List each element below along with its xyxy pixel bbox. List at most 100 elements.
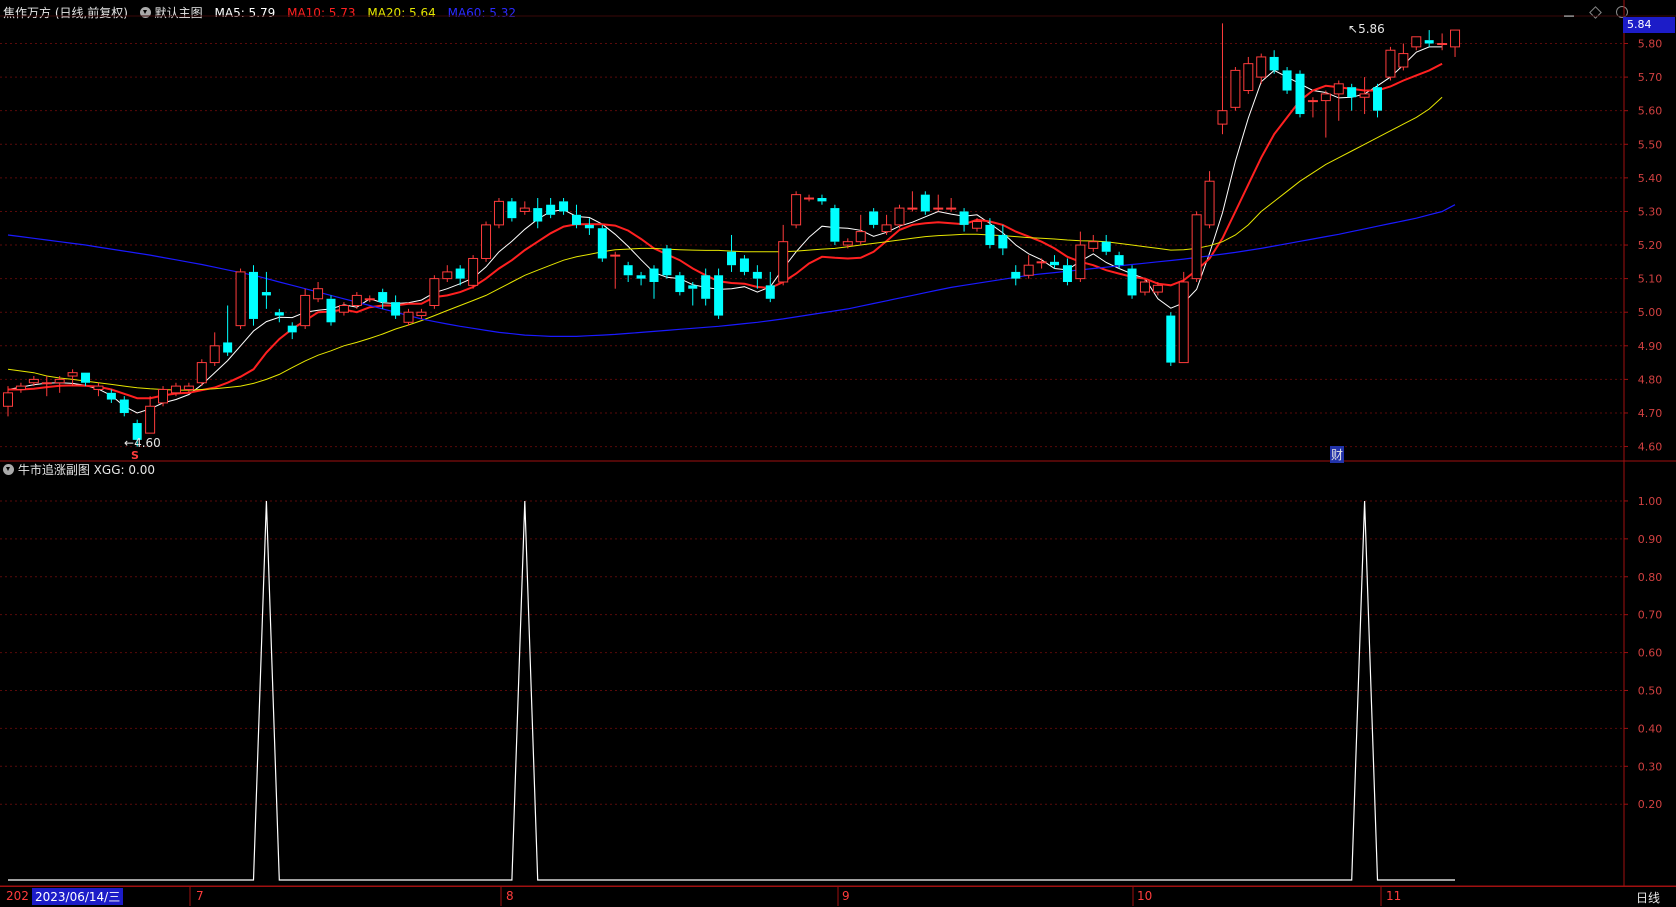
candle-up xyxy=(1385,46,1396,81)
candle-up xyxy=(481,221,492,262)
candle-up xyxy=(1023,255,1034,279)
main-axis-label: 5.10 xyxy=(1638,273,1663,286)
finance-event-marker[interactable]: 财 xyxy=(1330,446,1345,463)
candle-down xyxy=(546,198,556,219)
candle-body xyxy=(364,298,375,301)
candle-body xyxy=(1230,69,1241,108)
candle-body xyxy=(1139,281,1150,293)
candle-body xyxy=(274,312,284,316)
candle-body xyxy=(1075,244,1086,280)
candle-down xyxy=(274,308,284,323)
candle-up xyxy=(416,308,427,319)
candle-down xyxy=(739,255,749,276)
candle-body xyxy=(158,388,169,404)
candle-down xyxy=(1373,83,1383,118)
candle-body xyxy=(481,224,492,259)
candle-body xyxy=(1385,49,1396,78)
candle-down xyxy=(765,271,775,303)
candle-up xyxy=(1178,271,1189,364)
candle-body xyxy=(688,285,698,289)
candle-body xyxy=(1295,73,1305,115)
main-axis-label: 5.70 xyxy=(1638,71,1663,84)
candle-up xyxy=(1230,67,1241,111)
candle-down xyxy=(1347,83,1357,111)
candle-down xyxy=(830,204,840,246)
candle-body xyxy=(67,372,78,377)
candle-down xyxy=(998,224,1008,256)
candle-body xyxy=(701,275,711,299)
candle-up xyxy=(313,281,324,303)
sell-signal-marker[interactable]: S xyxy=(131,449,139,462)
candle-body xyxy=(1114,255,1124,266)
candle-down xyxy=(920,191,930,215)
current-price-tag: 5.84 xyxy=(1623,17,1675,33)
main-axis-label: 5.00 xyxy=(1638,306,1663,319)
candle-up xyxy=(519,201,530,215)
candle-body xyxy=(1088,241,1099,249)
candle-down xyxy=(959,208,969,232)
candle-body xyxy=(778,241,789,283)
candle-up xyxy=(1036,258,1047,269)
candle-body xyxy=(881,224,892,233)
candlestick-series xyxy=(3,15,1574,447)
main-axis-label: 4.80 xyxy=(1638,373,1663,386)
candle-body xyxy=(1359,93,1370,98)
candle-down xyxy=(1062,258,1072,286)
candle-down xyxy=(714,268,724,319)
axes xyxy=(0,0,1676,906)
candle-down xyxy=(1166,312,1176,366)
candle-body xyxy=(985,224,995,246)
candle-body xyxy=(855,231,866,243)
candle-up xyxy=(158,386,169,407)
low-price-arrow: ← xyxy=(124,436,135,450)
candle-up xyxy=(881,214,892,235)
candle-down xyxy=(662,245,672,279)
current-price-tag-text: 5.84 xyxy=(1623,17,1675,33)
candle-body xyxy=(920,194,930,212)
sub-axis-label: 0.20 xyxy=(1638,798,1663,811)
candle-body xyxy=(636,275,646,279)
candle-body xyxy=(1450,29,1461,48)
candle-up xyxy=(3,386,13,417)
main-axis-label: 5.60 xyxy=(1638,105,1663,118)
candle-up xyxy=(1217,23,1228,135)
candle-body xyxy=(93,385,104,390)
chart-canvas[interactable]: 5.80 5.70 5.60 5.50 5.40 5.30 5.20 5.10 5.00 4.90… xyxy=(0,0,1676,906)
candle-up xyxy=(145,396,156,434)
candle-body xyxy=(1178,281,1189,364)
candle-down xyxy=(584,218,594,235)
period-button[interactable]: 日线 xyxy=(1636,889,1660,906)
month-label-8: 8 xyxy=(506,889,514,903)
candle-up xyxy=(493,198,504,229)
candle-body xyxy=(1166,315,1176,363)
candle-body xyxy=(1373,87,1383,111)
candle-body xyxy=(1347,87,1357,98)
axis-labels: 5.80 5.70 5.60 5.50 5.40 5.30 5.20 5.10 5.00 4.90… xyxy=(1638,38,1663,812)
candle-body xyxy=(455,268,465,279)
month-label-7: 7 xyxy=(196,889,204,903)
candle-body xyxy=(1282,70,1292,91)
candle-body xyxy=(1023,264,1034,276)
candle-down xyxy=(1127,265,1137,299)
candle-body xyxy=(145,405,156,434)
candle-down xyxy=(688,281,698,306)
candle-body xyxy=(1011,271,1021,279)
candle-down xyxy=(727,234,737,272)
candle-body xyxy=(1333,83,1344,95)
candle-down xyxy=(559,198,569,215)
candle-up xyxy=(1411,36,1422,51)
grid-lines xyxy=(0,43,1624,805)
candle-body xyxy=(791,194,802,226)
candle-body xyxy=(170,385,181,394)
candle-up xyxy=(1088,234,1099,252)
sub-axis-label: 0.80 xyxy=(1638,571,1663,584)
candle-body xyxy=(739,258,749,272)
candle-body xyxy=(429,278,440,306)
candle-up xyxy=(338,302,349,316)
time-axis-bar: 202 2023/06/14/三 7 8 9 10 11 日线 xyxy=(0,886,1676,907)
main-axis-label: 5.80 xyxy=(1638,38,1663,51)
main-axis-label: 5.20 xyxy=(1638,239,1663,252)
candle-body xyxy=(338,304,349,313)
main-axis-label: 5.30 xyxy=(1638,205,1663,218)
candle-down xyxy=(1424,30,1434,47)
